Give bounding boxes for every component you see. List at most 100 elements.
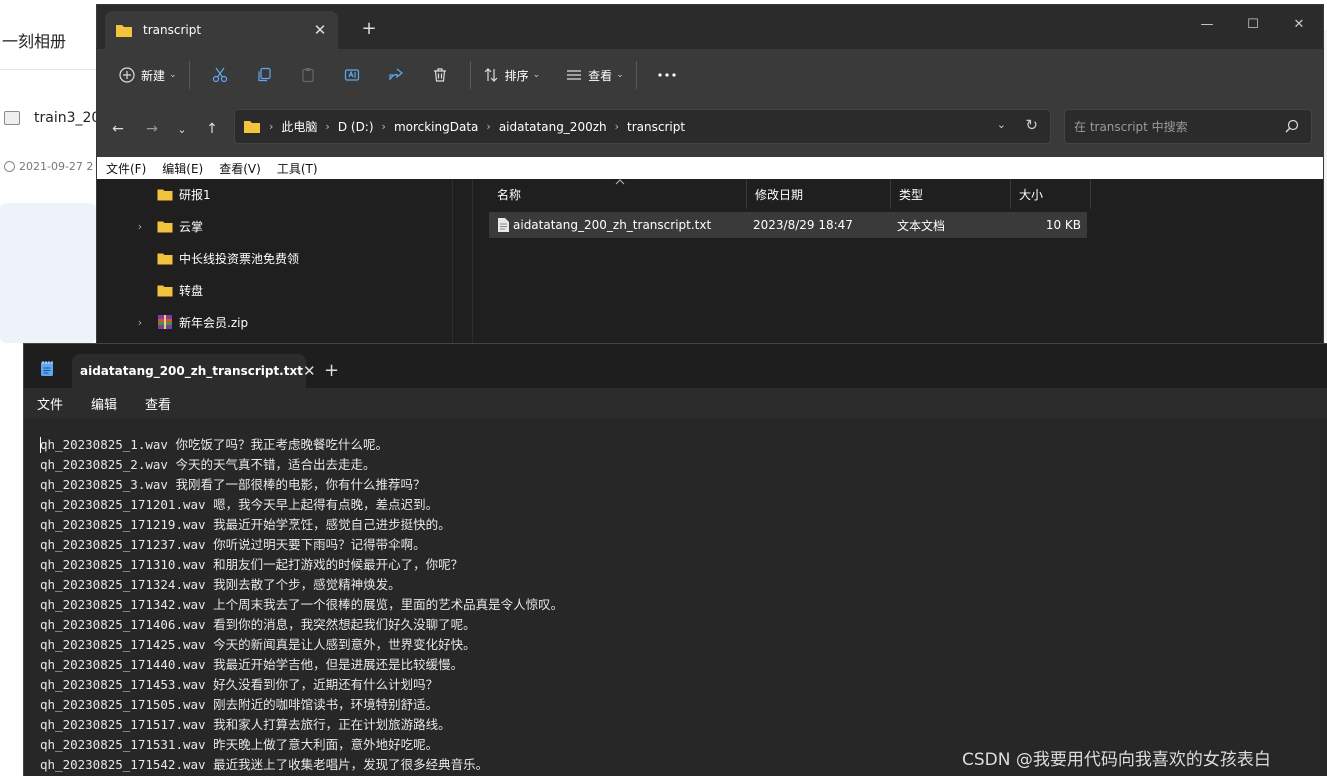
minimize-icon[interactable]: — bbox=[1184, 11, 1230, 37]
menu-file[interactable]: 文件 bbox=[37, 394, 63, 413]
breadcrumb-item[interactable]: D (D:) bbox=[338, 120, 374, 134]
menu-view[interactable]: 查看 bbox=[145, 394, 171, 413]
address-row: ← → ⌄ ↑ › 此电脑 › D (D:) › morckingData › … bbox=[97, 101, 1323, 157]
menu-edit[interactable]: 编辑 bbox=[91, 394, 117, 413]
nav-scrollbar[interactable] bbox=[452, 179, 453, 349]
address-bar[interactable]: › 此电脑 › D (D:) › morckingData › aidatata… bbox=[234, 109, 1051, 144]
up-arrow-icon[interactable]: ↑ bbox=[202, 119, 222, 139]
search-input[interactable] bbox=[1074, 119, 1274, 134]
breadcrumb-separator-icon: › bbox=[325, 120, 330, 133]
toolbar-divider bbox=[188, 61, 190, 89]
more-options-button[interactable] bbox=[645, 57, 689, 93]
image-icon bbox=[4, 111, 20, 125]
column-header-label: 修改日期 bbox=[755, 187, 804, 202]
nav-item-yanbao[interactable]: 研报1 bbox=[133, 183, 211, 205]
text-line: qh_20230825_171310.wav 和朋友们一起打游戏的时候最开心了，… bbox=[40, 557, 464, 572]
paste-button[interactable] bbox=[286, 57, 330, 93]
nav-item-label: 云掌 bbox=[179, 219, 204, 234]
column-header-type[interactable]: 类型 bbox=[891, 179, 1011, 209]
background-album-item[interactable]: train3_20 bbox=[0, 110, 100, 126]
sort-button[interactable]: 排序 ⌄ bbox=[479, 57, 545, 93]
menu-edit[interactable]: 编辑(E) bbox=[162, 160, 203, 177]
search-box[interactable] bbox=[1064, 109, 1312, 144]
maximize-icon[interactable]: ☐ bbox=[1230, 11, 1276, 37]
chevron-down-icon: ⌄ bbox=[169, 70, 177, 80]
nav-item-label: 中长线投资票池免费领 bbox=[179, 251, 300, 266]
nav-item-zhuanpan[interactable]: 转盘 bbox=[133, 279, 203, 301]
nav-item-stock-pool[interactable]: 中长线投资票池免费领 bbox=[133, 247, 299, 269]
view-button[interactable]: 查看 ⌄ bbox=[562, 57, 628, 93]
nav-item-zip[interactable]: › 新年会员.zip bbox=[133, 311, 248, 333]
refresh-icon[interactable]: ↻ bbox=[1025, 116, 1038, 134]
view-button-label: 查看 bbox=[588, 68, 613, 83]
file-row[interactable]: aidatatang_200_zh_transcript.txt 2023/8/… bbox=[489, 212, 1087, 238]
share-button[interactable] bbox=[374, 57, 418, 93]
close-window-icon[interactable]: ✕ bbox=[1276, 11, 1322, 37]
text-caret bbox=[40, 437, 41, 453]
copy-button[interactable] bbox=[242, 57, 286, 93]
text-line: qh_20230825_171342.wav 上个周末我去了一个很棒的展览，里面… bbox=[40, 597, 564, 612]
text-line: qh_20230825_171201.wav 嗯，我今天早上起得有点晚，差点迟到… bbox=[40, 497, 439, 512]
file-list-pane: 名称 修改日期 类型 大小 aidatatang_200_zh_transcri… bbox=[473, 179, 1323, 349]
menu-view[interactable]: 查看(V) bbox=[219, 160, 261, 177]
breadcrumb-item[interactable]: aidatatang_200zh bbox=[499, 120, 607, 134]
close-tab-icon[interactable]: ✕ bbox=[312, 21, 328, 39]
expand-chevron-icon[interactable]: › bbox=[133, 316, 147, 329]
chevron-down-icon: ⌄ bbox=[532, 70, 541, 80]
nav-item-label: 研报1 bbox=[179, 187, 211, 202]
explorer-tab[interactable]: transcript ✕ bbox=[105, 11, 338, 49]
new-tab-button[interactable]: + bbox=[359, 18, 379, 39]
background-app-title[interactable]: 一刻相册 bbox=[2, 28, 66, 52]
rename-icon bbox=[344, 69, 359, 81]
address-dropdown-icon[interactable]: ⌄ bbox=[997, 118, 1006, 131]
text-line: qh_20230825_171324.wav 我刚去散了个步，感觉精神焕发。 bbox=[40, 577, 401, 592]
breadcrumb-item[interactable]: morckingData bbox=[394, 120, 478, 134]
forward-arrow-icon[interactable]: → bbox=[142, 119, 162, 139]
explorer-toolbar: 新建 ⌄ 排序 ⌄ 查看 ⌄ bbox=[97, 49, 1323, 101]
column-header-name[interactable]: 名称 bbox=[489, 179, 747, 209]
trash-icon bbox=[433, 68, 446, 82]
text-line: qh_20230825_171219.wav 我最近开始学烹饪，感觉自己进步挺快… bbox=[40, 517, 451, 532]
notepad-window: aidatatang_200_zh_transcript.txt ✕ + 文件 … bbox=[23, 343, 1327, 776]
file-explorer-window: transcript ✕ + — ☐ ✕ 新建 ⌄ 排序 ⌄ 查看 ⌄ ← → … bbox=[96, 4, 1324, 349]
explorer-menubar: 文件(F) 编辑(E) 查看(V) 工具(T) bbox=[97, 157, 1323, 179]
close-tab-icon[interactable]: ✕ bbox=[303, 362, 316, 380]
column-header-modified[interactable]: 修改日期 bbox=[747, 179, 891, 209]
delete-button[interactable] bbox=[418, 57, 462, 93]
text-line: qh_20230825_2.wav 今天的天气真不错，适合出去走走。 bbox=[40, 457, 376, 472]
folder-icon bbox=[116, 24, 132, 37]
column-header-label: 名称 bbox=[497, 187, 522, 202]
chevron-down-icon: ⌄ bbox=[616, 70, 624, 80]
clipboard-icon bbox=[301, 68, 314, 83]
background-item-name: train3_20 bbox=[34, 110, 101, 126]
folder-icon bbox=[157, 189, 173, 200]
sort-icon bbox=[484, 68, 497, 82]
text-editor[interactable]: qh_20230825_1.wav 你吃饭了吗？我正考虑晚餐吃什么呢。 qh_20… bbox=[24, 418, 1327, 776]
menu-file[interactable]: 文件(F) bbox=[106, 160, 146, 177]
column-header-size[interactable]: 大小 bbox=[1011, 179, 1091, 209]
breadcrumb-separator-icon: › bbox=[381, 120, 386, 133]
sort-button-label: 排序 bbox=[504, 68, 529, 83]
background-item-date: 2021-09-27 2 bbox=[19, 160, 94, 173]
nav-item-yunzhang[interactable]: › 云掌 bbox=[133, 215, 203, 237]
expand-chevron-icon[interactable]: › bbox=[133, 220, 147, 233]
new-button[interactable]: 新建 ⌄ bbox=[115, 57, 181, 93]
explorer-tab-title: transcript bbox=[143, 23, 202, 37]
search-icon bbox=[1285, 119, 1299, 133]
breadcrumb-separator-icon: › bbox=[269, 120, 274, 133]
recent-locations-chevron-icon[interactable]: ⌄ bbox=[172, 119, 192, 139]
navigation-pane: 研报1 › 云掌 中长线投资票池免费领 转盘 › 新年会员.zip bbox=[97, 179, 473, 349]
notepad-tab[interactable]: aidatatang_200_zh_transcript.txt ✕ bbox=[72, 354, 316, 388]
back-arrow-icon[interactable]: ← bbox=[108, 119, 128, 139]
new-tab-button[interactable]: + bbox=[324, 360, 339, 381]
menu-tools[interactable]: 工具(T) bbox=[277, 160, 318, 177]
zip-archive-icon bbox=[158, 315, 172, 329]
view-list-icon bbox=[567, 70, 582, 80]
file-size: 10 KB bbox=[1045, 218, 1081, 232]
breadcrumb-item[interactable]: transcript bbox=[627, 120, 685, 134]
folder-icon bbox=[157, 285, 173, 296]
rename-button[interactable] bbox=[330, 57, 374, 93]
cut-button[interactable] bbox=[198, 57, 242, 93]
text-line: qh_20230825_1.wav 你吃饭了吗？我正考虑晚餐吃什么呢。 bbox=[40, 437, 388, 452]
breadcrumb-item[interactable]: 此电脑 bbox=[281, 118, 317, 135]
